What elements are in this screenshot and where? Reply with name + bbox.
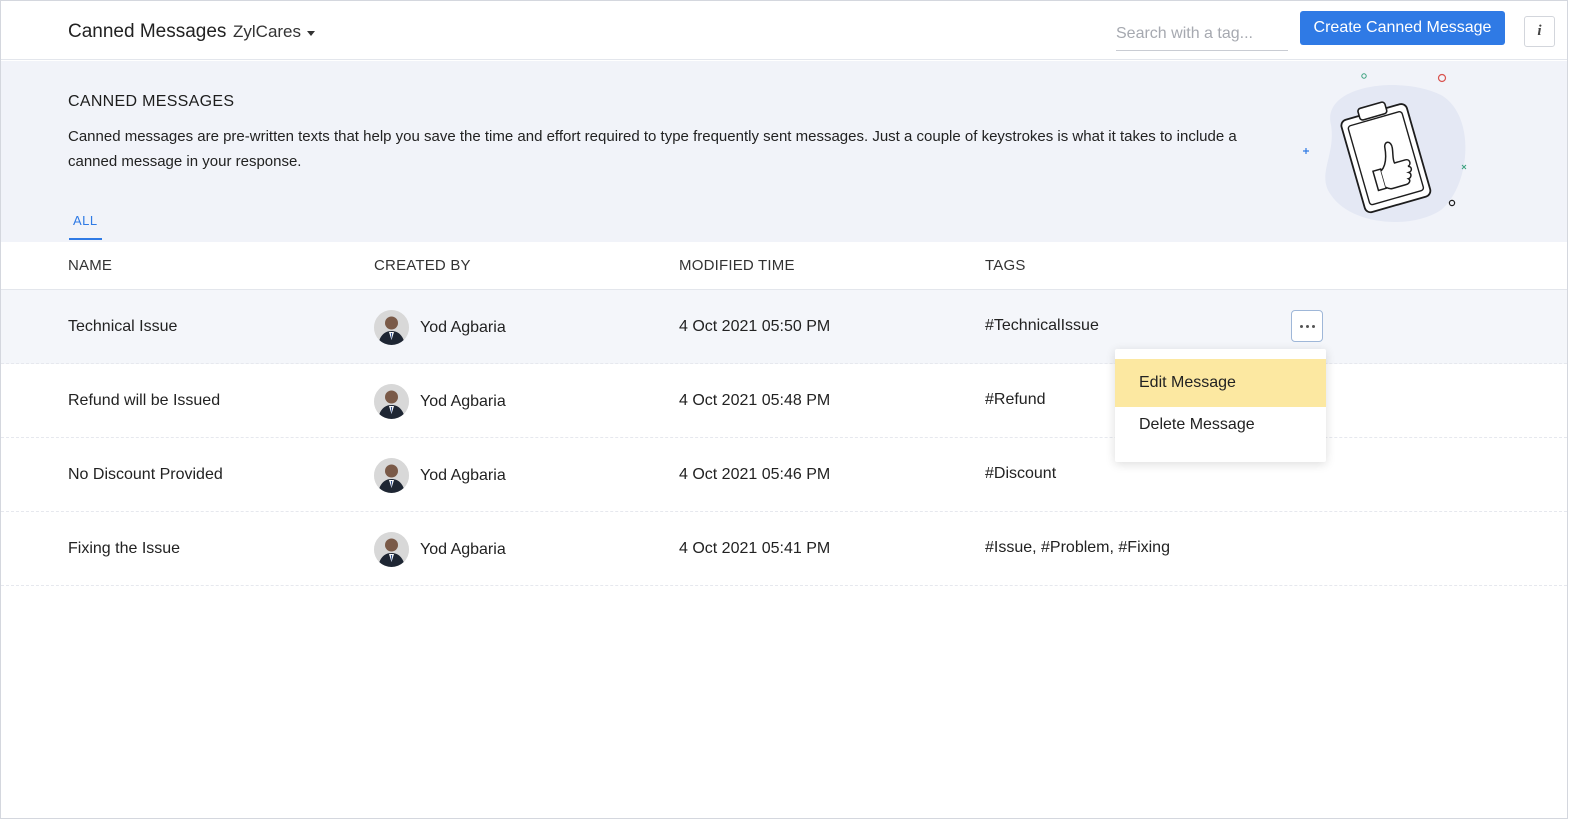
avatar: [374, 384, 409, 419]
creator: Yod Agbaria: [374, 384, 506, 419]
edit-message-menu-item[interactable]: Edit Message: [1115, 359, 1326, 407]
message-name: Technical Issue: [68, 318, 178, 335]
more-options-button[interactable]: [1291, 310, 1323, 342]
avatar: [374, 458, 409, 493]
caret-down-icon: [307, 30, 316, 36]
creator-name: Yod Agbaria: [420, 540, 506, 558]
column-header-created-by: CREATED BY: [374, 257, 471, 274]
intro-banner: CANNED MESSAGES Canned messages are pre-…: [1, 61, 1567, 242]
banner-title: CANNED MESSAGES: [68, 93, 235, 110]
column-header-tags: TAGS: [985, 257, 1026, 274]
info-icon[interactable]: i: [1524, 16, 1555, 47]
department-label: ZylCares: [233, 22, 302, 41]
create-canned-message-button[interactable]: Create Canned Message: [1300, 11, 1505, 45]
table-row[interactable]: No Discount Provided Yod Agbaria 4 Oct 2…: [1, 438, 1567, 512]
avatar: [374, 310, 409, 345]
modified-time: 4 Oct 2021 05:50 PM: [679, 318, 831, 335]
creator-name: Yod Agbaria: [420, 318, 506, 336]
top-bar: Canned Messages ZylCares Create Canned M…: [1, 1, 1567, 60]
table-header: NAME CREATED BY MODIFIED TIME TAGS: [1, 242, 1567, 290]
table-row[interactable]: Fixing the Issue Yod Agbaria 4 Oct 2021 …: [1, 512, 1567, 586]
row-actions-menu: Edit Message Delete Message: [1115, 349, 1326, 462]
tags: #Discount: [985, 465, 1057, 482]
modified-time: 4 Oct 2021 05:46 PM: [679, 466, 831, 483]
message-name: Refund will be Issued: [68, 392, 221, 409]
table-row[interactable]: Refund will be Issued Yod Agbaria 4 Oct …: [1, 364, 1567, 438]
table-row[interactable]: Technical Issue Yod Agbaria 4 Oct 2021 0…: [1, 290, 1567, 364]
avatar: [374, 532, 409, 567]
app-window: Canned Messages ZylCares Create Canned M…: [0, 0, 1568, 819]
message-name: Fixing the Issue: [68, 540, 181, 557]
creator: Yod Agbaria: [374, 458, 506, 493]
modified-time: 4 Oct 2021 05:41 PM: [679, 540, 831, 557]
tags: #TechnicalIssue: [985, 317, 1099, 334]
department-selector[interactable]: ZylCares: [233, 22, 316, 42]
creator-name: Yod Agbaria: [420, 392, 506, 410]
ellipsis-icon: [1299, 324, 1315, 328]
column-header-modified-time: MODIFIED TIME: [679, 257, 795, 274]
tags: #Issue, #Problem, #Fixing: [985, 539, 1170, 556]
creator: Yod Agbaria: [374, 310, 506, 345]
banner-description: Canned messages are pre-written texts th…: [68, 128, 1237, 170]
creator: Yod Agbaria: [374, 532, 506, 567]
tags: #Refund: [985, 391, 1046, 408]
clipboard-thumbs-up-illustration: [1303, 73, 1467, 222]
tab-all[interactable]: ALL: [69, 213, 102, 240]
delete-message-menu-item[interactable]: Delete Message: [1115, 405, 1326, 445]
modified-time: 4 Oct 2021 05:48 PM: [679, 392, 831, 409]
column-header-name: NAME: [68, 257, 113, 274]
tag-search-input[interactable]: [1116, 17, 1288, 51]
creator-name: Yod Agbaria: [420, 466, 506, 484]
page-title: Canned Messages: [68, 21, 227, 42]
message-name: No Discount Provided: [68, 466, 223, 483]
